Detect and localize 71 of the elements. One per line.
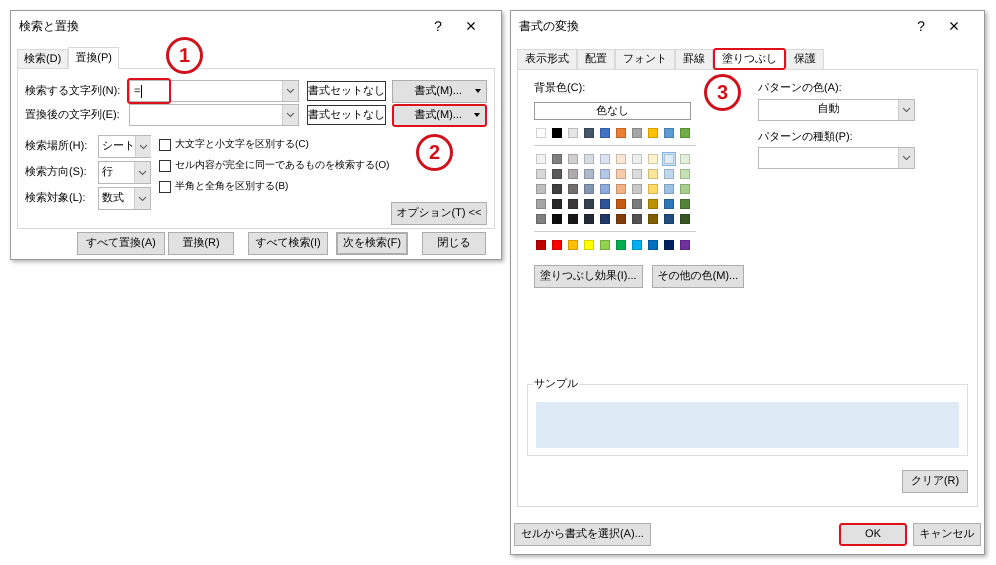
dropdown-arrow-icon: [474, 89, 481, 93]
format-button[interactable]: 書式(M)...: [392, 80, 487, 102]
format-button[interactable]: 書式(M)...: [392, 104, 487, 126]
dialog-button[interactable]: すべて検索(I): [248, 232, 328, 255]
dropdown-caret-icon: [902, 155, 911, 161]
dropdown-button[interactable]: [134, 162, 150, 183]
select-label: 検索場所(H):: [25, 138, 88, 154]
checkbox[interactable]: [159, 160, 171, 172]
dialog-button[interactable]: すべて置換(A): [77, 232, 165, 255]
dialog-button[interactable]: キャンセル: [913, 523, 981, 546]
dropdown-button[interactable]: [898, 148, 914, 168]
section-label: 背景色(C):: [534, 80, 586, 96]
tab[interactable]: 保護: [786, 49, 824, 69]
select-field[interactable]: 自動: [758, 98, 915, 120]
select-label: 検索方向(S):: [25, 164, 88, 180]
select-value: 自動: [818, 102, 840, 118]
fill-button[interactable]: その他の色(M)...: [652, 264, 744, 288]
window-title: 書式の変換: [519, 18, 579, 35]
help-button[interactable]: ?: [423, 16, 453, 36]
field-label: 検索する文字列(N):: [25, 84, 122, 99]
dropdown-caret-icon: [138, 196, 147, 202]
tab[interactable]: 置換(P): [68, 47, 119, 69]
select-field[interactable]: 行: [98, 161, 151, 184]
checkbox[interactable]: [159, 138, 171, 150]
dropdown-button[interactable]: [282, 81, 298, 101]
dropdown-button[interactable]: [898, 100, 914, 120]
options-button[interactable]: オプション(T) <<: [391, 202, 487, 225]
select-field[interactable]: 数式: [98, 187, 151, 210]
checkbox-label: セル内容が完全に同一であるものを検索する(O): [175, 158, 390, 173]
dropdown-caret-icon: [139, 144, 148, 150]
select-label: 検索対象(L):: [25, 190, 86, 206]
tab[interactable]: 罫線: [675, 49, 713, 69]
checkbox-label: 半角と全角を区別する(B): [175, 180, 288, 194]
no-format-button[interactable]: 書式セットなし: [306, 81, 386, 101]
fill-button[interactable]: 塗りつぶし効果(I)...: [534, 264, 643, 288]
field-value: =: [133, 84, 140, 99]
dropdown-button[interactable]: [282, 105, 298, 125]
close-button[interactable]: ×: [453, 17, 489, 35]
section-label: パターンの色(A):: [758, 81, 842, 96]
tab[interactable]: 検索(D): [17, 49, 68, 68]
text-cursor-icon: [141, 84, 142, 98]
dropdown-button[interactable]: [134, 188, 150, 209]
clear-button[interactable]: クリア(R): [902, 470, 968, 493]
dropdown-arrow-icon: [474, 113, 480, 117]
tab[interactable]: フォント: [615, 49, 675, 69]
help-button[interactable]: ?: [906, 16, 936, 36]
checkbox[interactable]: [159, 180, 171, 192]
tab[interactable]: 配置: [577, 49, 615, 69]
dropdown-caret-icon: [286, 88, 294, 94]
no-format-button[interactable]: 書式セットなし: [306, 105, 386, 125]
field-label: 置換後の文字列(E):: [25, 108, 121, 123]
pick-from-cell-button[interactable]: セルから書式を選択(A)...: [514, 523, 651, 546]
dialog-button[interactable]: OK: [839, 523, 907, 546]
dialog-button[interactable]: 閉じる: [422, 232, 486, 255]
no-color-button[interactable]: 色なし: [534, 102, 691, 120]
close-button[interactable]: ×: [936, 17, 972, 35]
dropdown-caret-icon: [286, 112, 294, 118]
section-label: パターンの種類(P):: [758, 130, 853, 144]
dropdown-caret-icon: [138, 170, 147, 176]
checkbox-label: 大文字と小文字を区別する(C): [175, 138, 309, 152]
combo-field[interactable]: =: [129, 80, 298, 102]
window-title: 検索と置換: [19, 18, 79, 35]
combo-field[interactable]: [129, 104, 298, 126]
select-field[interactable]: [758, 147, 915, 169]
dropdown-button[interactable]: [135, 136, 151, 157]
select-field[interactable]: シート: [98, 135, 151, 158]
tab[interactable]: 塗りつぶし: [713, 48, 786, 70]
dialog-button[interactable]: 置換(R): [168, 232, 234, 255]
tab[interactable]: 表示形式: [517, 49, 577, 69]
dropdown-caret-icon: [902, 106, 911, 112]
dialog-button[interactable]: 次を検索(F): [336, 232, 408, 255]
